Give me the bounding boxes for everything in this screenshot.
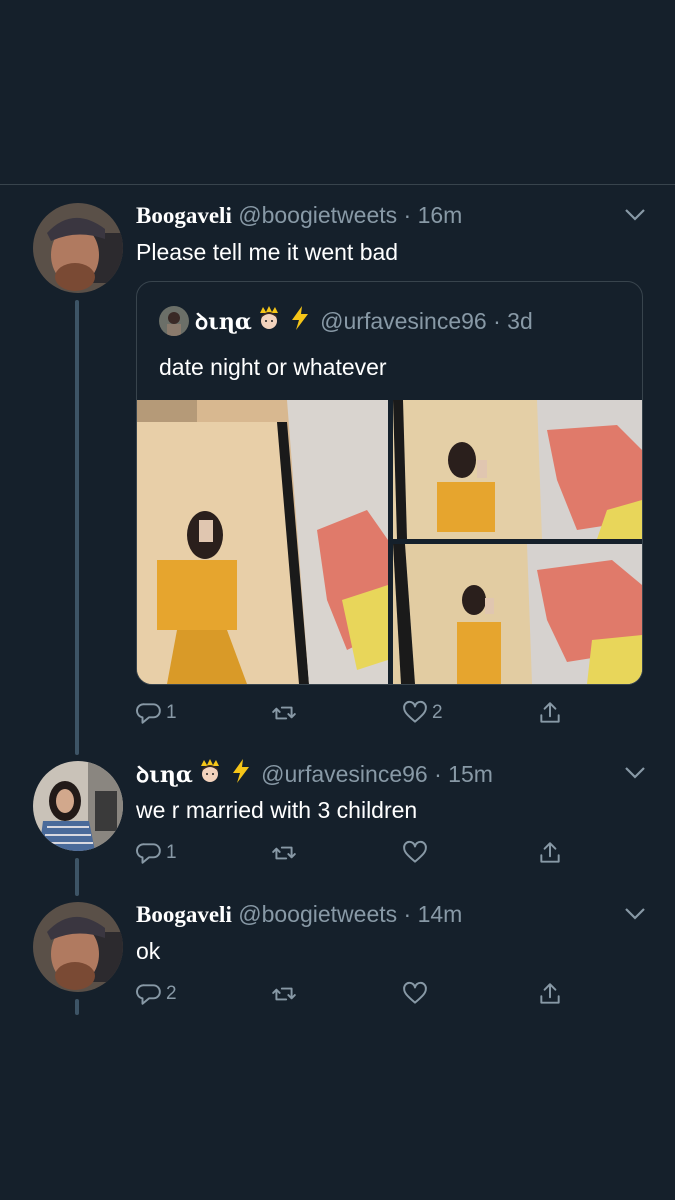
tweet-text: ok <box>136 938 161 964</box>
avatar-boogaveli[interactable] <box>33 203 123 293</box>
reply-icon <box>136 984 161 1005</box>
chevron-down-icon[interactable] <box>624 907 646 921</box>
separator-dot: · <box>397 202 418 228</box>
crown-emoji-icon <box>197 757 223 791</box>
separator-dot: · <box>427 761 449 788</box>
lightning-emoji-icon <box>231 758 251 790</box>
reply-icon <box>136 843 161 864</box>
timestamp[interactable]: 15m <box>448 761 493 787</box>
retweet-icon <box>272 846 296 860</box>
tweet-header: Boogaveli @boogietweets · 14m <box>136 900 462 929</box>
author-handle[interactable]: @urfavesince96 <box>261 761 428 787</box>
tweet-actions: 1 2 <box>136 698 576 728</box>
quoted-handle[interactable]: @urfavesince96 <box>320 308 487 334</box>
share-icon <box>540 983 560 1004</box>
author-name[interactable]: Boogaveli <box>136 902 232 927</box>
reply-count: 2 <box>166 983 177 1004</box>
reply-button[interactable]: 2 <box>136 979 177 1009</box>
share-button[interactable] <box>537 838 567 868</box>
quoted-tweet[interactable]: ꝺιɳα @urfavesince96 · 3d date night or w… <box>136 281 643 685</box>
timeline-divider <box>0 184 675 185</box>
author-name[interactable]: Boogaveli <box>136 203 232 228</box>
timestamp[interactable]: 16m <box>418 202 463 228</box>
like-button[interactable] <box>402 979 432 1009</box>
avatar-boogaveli[interactable] <box>33 902 123 992</box>
author-name[interactable]: ꝺιɳα <box>136 762 193 788</box>
tweet-header: ꝺιɳα @urfavesince96 · 15m <box>136 759 493 793</box>
quoted-author-name[interactable]: ꝺιɳα <box>195 309 252 335</box>
thread-line <box>75 999 79 1015</box>
tweet-actions: 1 <box>136 838 576 868</box>
reply-icon <box>136 703 161 724</box>
reply-button[interactable]: 1 <box>136 698 177 728</box>
like-count: 2 <box>432 702 443 723</box>
quoted-text: date night or whatever <box>159 354 387 380</box>
tweet-header: Boogaveli @boogietweets · 16m <box>136 201 462 230</box>
quoted-header: ꝺιɳα @urfavesince96 · 3d <box>159 306 533 340</box>
reply-button[interactable]: 1 <box>136 838 177 868</box>
retweet-icon <box>272 987 296 1001</box>
crown-emoji-icon <box>256 304 282 338</box>
thread-line <box>75 858 79 896</box>
like-icon <box>403 700 427 723</box>
quoted-avatar[interactable] <box>159 306 189 336</box>
retweet-button[interactable] <box>271 979 301 1009</box>
share-icon <box>540 702 560 723</box>
chevron-down-icon[interactable] <box>624 766 646 780</box>
timestamp[interactable]: 14m <box>418 901 463 927</box>
retweet-icon <box>272 706 296 720</box>
like-icon <box>403 981 427 1004</box>
share-icon <box>540 842 560 863</box>
share-button[interactable] <box>537 698 567 728</box>
lightning-emoji-icon <box>290 305 310 337</box>
like-icon <box>403 840 427 863</box>
share-button[interactable] <box>537 979 567 1009</box>
chevron-down-icon[interactable] <box>624 208 646 222</box>
avatar-dina[interactable] <box>33 761 123 851</box>
like-button[interactable]: 2 <box>402 698 443 728</box>
quoted-timestamp[interactable]: 3d <box>507 308 533 334</box>
retweet-button[interactable] <box>271 698 301 728</box>
separator-dot: · <box>397 901 418 927</box>
tweet-actions: 2 <box>136 979 576 1009</box>
media-photos[interactable] <box>137 400 642 684</box>
separator-dot: · <box>486 308 508 335</box>
tweet-text: Please tell me it went bad <box>136 239 399 265</box>
author-handle[interactable]: @boogietweets <box>238 901 397 927</box>
tweet-text: we r married with 3 children <box>136 797 418 823</box>
reply-count: 1 <box>166 842 177 863</box>
thread-line <box>75 300 79 755</box>
reply-count: 1 <box>166 702 177 723</box>
author-handle[interactable]: @boogietweets <box>238 202 397 228</box>
like-button[interactable] <box>402 838 432 868</box>
quoted-media-grid[interactable] <box>137 400 642 684</box>
retweet-button[interactable] <box>271 838 301 868</box>
